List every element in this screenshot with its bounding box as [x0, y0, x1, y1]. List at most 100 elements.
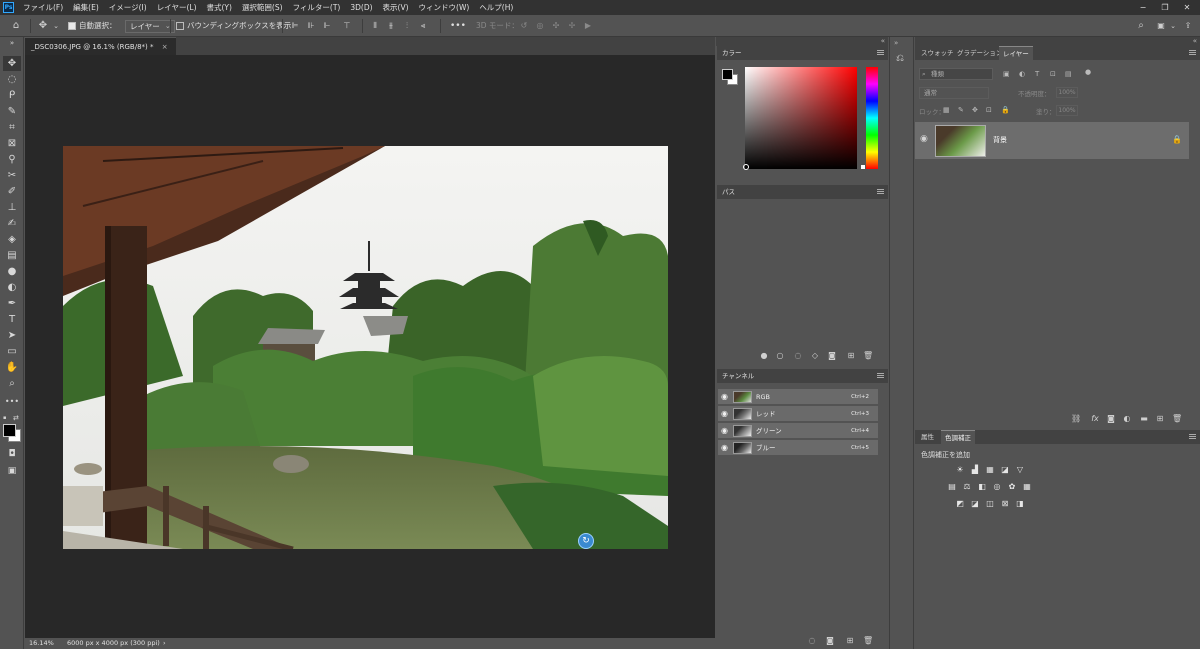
exposure-icon[interactable]: ◪ — [1000, 465, 1010, 475]
quick-select-tool-icon[interactable]: ✎ — [3, 104, 21, 119]
add-mask-icon[interactable]: ◙ — [827, 351, 837, 360]
new-channel-icon[interactable]: ⊞ — [845, 636, 855, 645]
hue-slider-handle[interactable] — [861, 165, 865, 169]
save-selection-icon[interactable]: ◙ — [825, 636, 835, 645]
rectangle-tool-icon[interactable]: ▭ — [3, 344, 21, 359]
blur-tool-icon[interactable]: ● — [3, 264, 21, 279]
align-left-icon[interactable]: ⊫ — [289, 15, 301, 37]
3d-orbit-icon[interactable]: ↺ — [518, 15, 530, 37]
menu-3d[interactable]: 3D(D) — [345, 3, 377, 12]
photo-filter-icon[interactable]: ◎ — [992, 482, 1002, 492]
restore-button[interactable]: ❐ — [1154, 0, 1176, 15]
eye-icon[interactable]: ◉ — [721, 440, 728, 456]
foreground-color-swatch[interactable] — [3, 424, 16, 437]
tab-properties[interactable]: 属性 — [917, 430, 938, 444]
lock-all-icon[interactable]: 🔒 — [1001, 106, 1010, 114]
3d-pan-icon[interactable]: ✣ — [550, 15, 562, 37]
new-path-icon[interactable]: ⊞ — [846, 351, 856, 360]
black-white-icon[interactable]: ◧ — [977, 482, 987, 492]
lock-image-icon[interactable]: ✎ — [958, 106, 964, 114]
posterize-icon[interactable]: ◪ — [970, 499, 980, 509]
selective-color-icon[interactable]: ⊠ — [1000, 499, 1010, 509]
distribute-center-icon[interactable]: ⫵ — [385, 15, 397, 37]
panel-menu-icon[interactable] — [877, 50, 884, 55]
fx-icon[interactable]: fx — [1090, 414, 1100, 423]
eraser-tool-icon[interactable]: ◈ — [3, 232, 21, 247]
menu-filter[interactable]: フィルター(T) — [288, 2, 346, 13]
clone-stamp-tool-icon[interactable]: ⊥ — [3, 200, 21, 215]
align-horizontal-center-icon[interactable]: ⊪ — [305, 15, 317, 37]
show-bounding-box-checkbox[interactable]: バウンディングボックスを表示 — [176, 15, 291, 37]
fill-path-icon[interactable]: ● — [759, 351, 769, 360]
delete-path-icon[interactable]: 🗑 — [863, 351, 873, 360]
link-layers-icon[interactable]: ⛓ — [1071, 414, 1081, 423]
fill-input[interactable]: 100% — [1056, 105, 1078, 116]
history-panel-icon[interactable]: ⎌ — [896, 53, 904, 64]
opacity-input[interactable]: 100% — [1056, 87, 1078, 98]
tab-swatches[interactable]: スウォッチ — [917, 46, 958, 60]
menu-image[interactable]: イメージ(I) — [104, 2, 152, 13]
color-field[interactable] — [745, 67, 857, 169]
paths-panel-title[interactable]: パス — [722, 188, 735, 196]
menu-help[interactable]: ヘルプ(H) — [474, 2, 518, 13]
3d-camera-icon[interactable]: ▶ — [582, 15, 594, 37]
collapse-toolbar-icon[interactable]: » — [3, 39, 21, 48]
history-brush-tool-icon[interactable]: ✍ — [3, 216, 21, 231]
filter-pixel-icon[interactable]: ▣ — [1003, 70, 1010, 78]
gradient-tool-icon[interactable]: ▤ — [3, 248, 21, 263]
delete-channel-icon[interactable]: 🗑 — [863, 636, 873, 645]
document-tab[interactable]: _DSC0306.JPG @ 16.1% (RGB/8*) * × — [25, 37, 176, 55]
menu-file[interactable]: ファイル(F) — [18, 2, 68, 13]
layer-name[interactable]: 背景 — [993, 135, 1007, 145]
delete-layer-icon[interactable]: 🗑 — [1172, 414, 1182, 423]
zoom-level[interactable]: 16.14% — [29, 638, 54, 649]
fg-color-swatch[interactable] — [722, 69, 733, 80]
home-icon[interactable]: ⌂ — [10, 15, 22, 37]
menu-select[interactable]: 選択範囲(S) — [237, 2, 288, 13]
make-work-path-icon[interactable]: ◇ — [810, 351, 820, 360]
dodge-tool-icon[interactable]: ◐ — [3, 280, 21, 295]
type-tool-icon[interactable]: T — [3, 312, 21, 327]
brightness-contrast-icon[interactable]: ☀ — [955, 465, 965, 475]
move-tool-icon[interactable]: ✥ — [37, 15, 49, 37]
load-channel-selection-icon[interactable]: ◌ — [807, 636, 817, 645]
color-lookup-icon[interactable]: ▦ — [1022, 482, 1032, 492]
vibrance-icon[interactable]: ▽ — [1015, 465, 1025, 475]
lock-artboard-icon[interactable]: ⊡ — [986, 106, 992, 114]
crop-tool-icon[interactable]: ⌗ — [3, 120, 21, 135]
filter-smart-object-icon[interactable]: ▤ — [1065, 70, 1072, 78]
eye-icon[interactable]: ◉ — [920, 134, 928, 144]
minimize-button[interactable]: − — [1132, 0, 1154, 15]
new-layer-icon[interactable]: ⊞ — [1155, 414, 1165, 423]
load-selection-icon[interactable]: ◌ — [793, 351, 803, 360]
stroke-path-icon[interactable]: ○ — [775, 351, 785, 360]
frame-tool-icon[interactable]: ⊠ — [3, 136, 21, 151]
color-picker-handle[interactable] — [743, 164, 749, 170]
healing-brush-tool-icon[interactable]: ✂ — [3, 168, 21, 183]
edit-toolbar-icon[interactable]: ••• — [3, 394, 21, 409]
workspace-chevron-down-icon[interactable]: ⌄ — [1167, 15, 1179, 37]
channels-panel-title[interactable]: チャンネル — [722, 372, 754, 380]
more-options-button[interactable]: ••• — [450, 15, 466, 37]
invert-icon[interactable]: ◩ — [955, 499, 965, 509]
menu-layer[interactable]: レイヤー(L) — [152, 2, 202, 13]
lock-position-icon[interactable]: ✥ — [972, 106, 978, 114]
curves-icon[interactable]: ▦ — [985, 465, 995, 475]
layer-filter-kind[interactable]: ⌕ 種類 — [919, 68, 993, 80]
distribute-left-icon[interactable]: ⫴ — [369, 15, 381, 37]
distribute-right-icon[interactable]: ⫶ — [401, 15, 413, 37]
document-image[interactable] — [63, 146, 668, 549]
menu-window[interactable]: ウィンドウ(W) — [414, 2, 475, 13]
blend-mode-dropdown[interactable]: 通常 — [919, 87, 989, 99]
filter-toggle-icon[interactable]: ● — [1085, 68, 1091, 76]
channel-mixer-icon[interactable]: ✿ — [1007, 482, 1017, 492]
layer-row-background[interactable]: ◉ 背景 🔒 — [915, 122, 1189, 159]
swap-colors-icon[interactable]: ⇄ — [13, 414, 21, 422]
channel-row-blue[interactable]: ◉ ブルー Ctrl+5 — [718, 440, 878, 456]
hue-slider[interactable] — [866, 67, 878, 169]
collapse-right-panels-icon[interactable]: « — [915, 37, 1200, 46]
menu-type[interactable]: 書式(Y) — [202, 2, 237, 13]
channel-row-green[interactable]: ◉ グリーン Ctrl+4 — [718, 423, 878, 439]
levels-icon[interactable]: ▟ — [970, 465, 980, 475]
channel-row-red[interactable]: ◉ レッド Ctrl+3 — [718, 406, 878, 422]
